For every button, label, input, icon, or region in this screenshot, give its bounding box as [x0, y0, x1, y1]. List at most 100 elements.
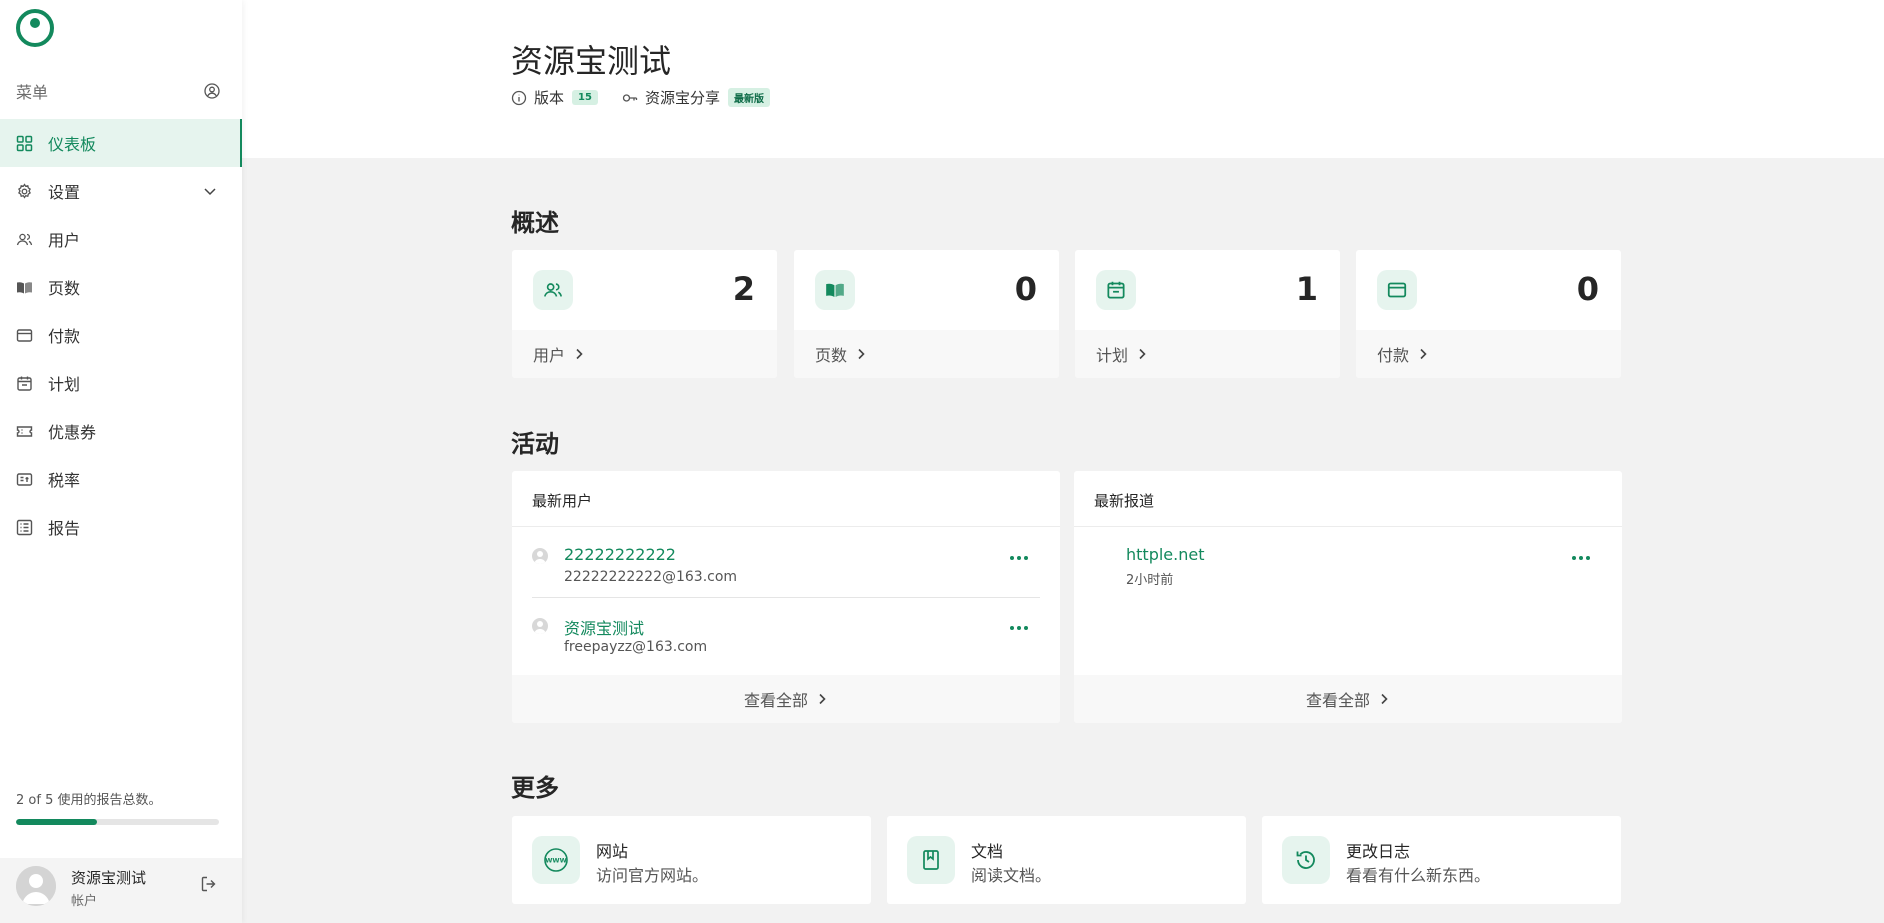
avatar: [532, 548, 548, 564]
stat-link-users[interactable]: 用户: [512, 330, 777, 378]
history-icon: [1282, 836, 1330, 884]
more-options-icon[interactable]: [1008, 622, 1030, 634]
version-label: 版本: [534, 89, 565, 107]
sidebar-item-pages[interactable]: 页数: [0, 263, 242, 311]
stat-label: 用户: [533, 346, 566, 365]
avatar[interactable]: [16, 866, 56, 906]
sidebar-item-coupons[interactable]: 优惠券: [0, 407, 242, 455]
card-description: 看看有什么新东西。: [1346, 866, 1491, 885]
usage-text: 2 of 5 使用的报告总数。: [16, 793, 162, 808]
view-all-users-button[interactable]: 查看全部: [512, 675, 1060, 723]
sidebar-item-users[interactable]: 用户: [0, 215, 242, 263]
activity-title: 活动: [511, 430, 559, 458]
account-subtitle: 帐户: [71, 894, 98, 909]
sidebar-nav: 仪表板 设置 用户 页数 付款 计划 优惠券 税率 报告: [0, 119, 242, 551]
grid-icon: [16, 135, 33, 152]
stat-card-plans: 1 计划: [1075, 250, 1340, 378]
stat-value: 2: [732, 270, 755, 308]
account-panel[interactable]: 资源宝测试 帐户: [0, 858, 242, 923]
stat-label: 页数: [815, 346, 848, 365]
book-icon: [815, 270, 855, 310]
info-icon: [511, 90, 527, 106]
sidebar-item-label: 税率: [48, 471, 81, 490]
view-all-label: 查看全部: [743, 691, 808, 710]
chevron-down-icon[interactable]: [202, 183, 218, 199]
www-icon: WWW: [532, 836, 580, 884]
card-title: 更改日志: [1346, 842, 1411, 861]
list-item: 资源宝测试 freepayzz@163.com: [532, 598, 1040, 668]
chevron-right-icon: [1136, 348, 1148, 360]
card-title: 文档: [971, 842, 1004, 861]
sidebar-item-reports[interactable]: 报告: [0, 503, 242, 551]
sidebar-item-settings[interactable]: 设置: [0, 167, 242, 215]
latest-reports-panel: 最新报道 httple.net 2小时前 查看全部: [1074, 471, 1622, 723]
view-all-label: 查看全部: [1305, 691, 1370, 710]
card-title: 网站: [596, 842, 629, 861]
stat-link-plans[interactable]: 计划: [1075, 330, 1340, 378]
chevron-right-icon: [1417, 348, 1429, 360]
sidebar: 菜单 仪表板 设置 用户 页数 付款 计划 优惠券 税率 报告 2 of 5 使…: [0, 0, 242, 923]
stat-link-payments[interactable]: 付款: [1356, 330, 1621, 378]
docs-card[interactable]: 文档 阅读文档。: [887, 816, 1246, 904]
usage-progress-fill: [16, 819, 98, 825]
chevron-right-icon: [855, 348, 867, 360]
report-link[interactable]: httple.net: [1126, 545, 1204, 564]
report-time: 2小时前: [1126, 573, 1174, 588]
more-options-icon[interactable]: [1008, 552, 1030, 564]
sidebar-item-label: 优惠券: [48, 423, 97, 442]
menu-header: 菜单: [16, 80, 220, 102]
card-description: 阅读文档。: [971, 866, 1052, 885]
stat-link-pages[interactable]: 页数: [794, 330, 1059, 378]
stat-label: 计划: [1096, 346, 1129, 365]
user-name-link[interactable]: 22222222222: [564, 545, 676, 564]
stat-value: 0: [1014, 270, 1037, 308]
stat-card-payments: 0 付款: [1356, 250, 1621, 378]
chevron-right-icon: [816, 693, 828, 705]
user-name-link[interactable]: 资源宝测试: [564, 615, 644, 639]
sidebar-item-plans[interactable]: 计划: [0, 359, 242, 407]
user-email: 22222222222@163.com: [564, 569, 738, 585]
list-item: 22222222222 22222222222@163.com: [532, 528, 1040, 598]
sidebar-item-label: 用户: [48, 231, 81, 250]
panel-title: 最新用户: [512, 471, 1060, 527]
logo-icon[interactable]: [15, 8, 55, 48]
key-icon: [622, 90, 638, 106]
credit-card-icon: [1377, 270, 1417, 310]
sidebar-item-label: 计划: [48, 375, 81, 394]
book-icon: [16, 279, 33, 296]
document-icon: [907, 836, 955, 884]
sidebar-item-tax-rates[interactable]: 税率: [0, 455, 242, 503]
avatar: [532, 618, 548, 634]
sidebar-item-label: 付款: [48, 327, 81, 346]
list-item: httple.net 2小时前: [1094, 528, 1602, 598]
stat-card-pages: 0 页数: [794, 250, 1059, 378]
tax-icon: [16, 471, 33, 488]
view-all-reports-button[interactable]: 查看全部: [1074, 675, 1622, 723]
stat-label: 付款: [1377, 346, 1410, 365]
sidebar-item-payments[interactable]: 付款: [0, 311, 242, 359]
logout-icon[interactable]: [200, 875, 218, 893]
users-icon: [16, 231, 33, 248]
calendar-icon: [16, 375, 33, 392]
usage-progress-bar: [16, 819, 219, 825]
overview-title: 概述: [511, 209, 559, 237]
more-title: 更多: [511, 774, 559, 802]
user-email: freepayzz@163.com: [564, 639, 708, 655]
website-card[interactable]: WWW 网站 访问官方网站。: [512, 816, 871, 904]
gear-icon: [16, 182, 33, 200]
chevron-right-icon: [573, 348, 585, 360]
page-title: 资源宝测试: [511, 42, 672, 80]
sidebar-item-dashboard[interactable]: 仪表板: [0, 119, 242, 167]
changelog-card[interactable]: 更改日志 看看有什么新东西。: [1262, 816, 1621, 904]
user-circle-icon[interactable]: [204, 83, 220, 99]
stat-value: 1: [1295, 270, 1318, 308]
header-meta: 版本 15 资源宝分享 最新版: [511, 87, 770, 108]
panel-title: 最新报道: [1074, 471, 1622, 527]
sidebar-item-label: 设置: [48, 183, 81, 202]
more-options-icon[interactable]: [1570, 552, 1592, 564]
sidebar-item-label: 页数: [48, 279, 81, 298]
stat-card-users: 2 用户: [512, 250, 777, 378]
list-icon: [16, 519, 33, 536]
menu-label: 菜单: [16, 83, 49, 102]
share-label: 资源宝分享: [644, 89, 720, 107]
